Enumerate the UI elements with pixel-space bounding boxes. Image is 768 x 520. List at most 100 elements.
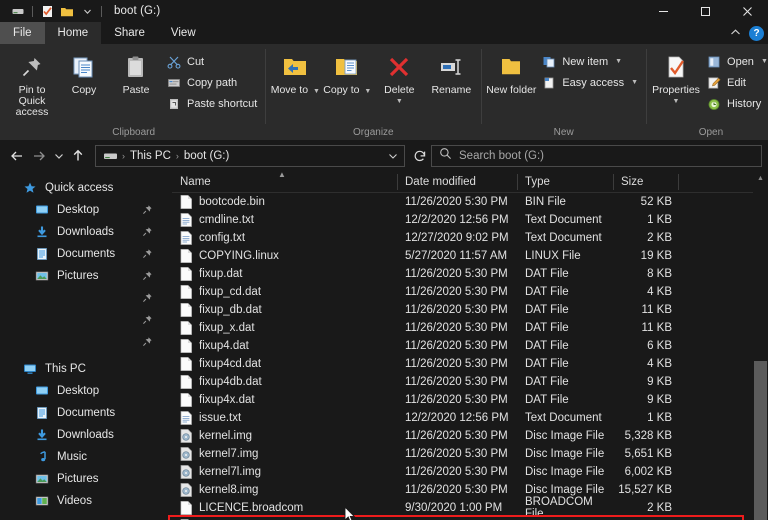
- pin-icon[interactable]: [141, 203, 154, 216]
- scrollbar-thumb[interactable]: [754, 361, 767, 520]
- table-row[interactable]: kernel.img 11/26/2020 5:30 PM Disc Image F…: [172, 427, 768, 445]
- sidebar-extra-pin-row[interactable]: [0, 331, 172, 353]
- sidebar-item-pc-downloads[interactable]: Downloads: [0, 424, 172, 446]
- table-row[interactable]: fixup.dat 11/26/2020 5:30 PM DAT File 8 KB: [172, 265, 768, 283]
- edit-button[interactable]: Edit: [702, 72, 768, 93]
- downloads-icon: [34, 224, 50, 240]
- help-button[interactable]: ?: [749, 25, 764, 41]
- sidebar-item-pc-videos[interactable]: Videos: [0, 490, 172, 512]
- up-button[interactable]: [67, 144, 89, 168]
- chevron-down-icon: ▼: [760, 58, 768, 65]
- tab-home[interactable]: Home: [44, 22, 102, 44]
- new-folder-icon[interactable]: [57, 2, 77, 20]
- sidebar-item-pc-music[interactable]: Music: [0, 446, 172, 468]
- breadcrumb-bar[interactable]: › This PC › boot (G:): [95, 144, 405, 167]
- cut-button[interactable]: Cut: [162, 51, 261, 72]
- breadcrumb-dropdown-icon[interactable]: [384, 151, 402, 161]
- column-header-size[interactable]: Size: [613, 171, 678, 193]
- drive-icon[interactable]: [101, 150, 120, 162]
- delete-label: Delete ▼: [384, 85, 414, 107]
- breadcrumb-item-this-pc[interactable]: This PC: [127, 150, 174, 162]
- sidebar-label: Pictures: [57, 473, 99, 485]
- disc-icon: [180, 483, 193, 498]
- breadcrumb: › This PC › boot (G:): [101, 150, 384, 162]
- properties-button[interactable]: Properties ▼: [650, 47, 702, 107]
- breadcrumb-item-boot[interactable]: boot (G:): [181, 150, 232, 162]
- sidebar-item-pc-desktop[interactable]: Desktop: [0, 380, 172, 402]
- tab-file[interactable]: File: [0, 22, 45, 44]
- copy-path-button[interactable]: Copy path: [162, 72, 261, 93]
- sidebar-item-pictures[interactable]: Pictures: [0, 265, 172, 287]
- scroll-up-button[interactable]: ▲: [753, 171, 768, 186]
- column-header-name[interactable]: ▲ Name: [172, 170, 397, 193]
- tab-share[interactable]: Share: [101, 22, 158, 44]
- minimize-button[interactable]: [642, 0, 684, 22]
- pin-icon[interactable]: [141, 313, 154, 326]
- table-row[interactable]: fixup4cd.dat 11/26/2020 5:30 PM DAT File 4 …: [172, 355, 768, 373]
- search-box[interactable]: Search boot (G:): [431, 144, 762, 167]
- copy-to-button[interactable]: Copy to ▼: [321, 47, 373, 97]
- open-button[interactable]: Open ▼: [702, 51, 768, 72]
- pin-icon[interactable]: [141, 225, 154, 238]
- history-button[interactable]: History: [702, 93, 768, 114]
- customize-qat-caret[interactable]: [77, 2, 97, 20]
- pin-icon[interactable]: [141, 247, 154, 260]
- text-icon: [180, 213, 193, 228]
- new-folder-button[interactable]: New folder: [485, 47, 537, 96]
- rename-label: Rename: [431, 84, 472, 96]
- sidebar-extra-pin-row[interactable]: [0, 309, 172, 331]
- sidebar-section-this-pc[interactable]: This PC: [0, 358, 172, 380]
- table-row[interactable]: fixup_db.dat 11/26/2020 5:30 PM DAT File 11…: [172, 301, 768, 319]
- table-row[interactable]: kernel7.img 11/26/2020 5:30 PM Disc Image …: [172, 445, 768, 463]
- sidebar-item-documents[interactable]: Documents: [0, 243, 172, 265]
- recent-locations-button[interactable]: [50, 144, 67, 168]
- maximize-button[interactable]: [684, 0, 726, 22]
- sidebar-item-downloads[interactable]: Downloads: [0, 221, 172, 243]
- table-row[interactable]: bootcode.bin 11/26/2020 5:30 PM BIN File 52…: [172, 193, 768, 211]
- copy-button[interactable]: Copy: [58, 47, 110, 96]
- file-name-cell: config.txt: [172, 231, 397, 246]
- search-input[interactable]: Search boot (G:): [459, 150, 544, 162]
- pin-icon[interactable]: [141, 291, 154, 304]
- sidebar-item-pc-pictures[interactable]: Pictures: [0, 468, 172, 490]
- easy-access-button[interactable]: Easy access ▼: [537, 72, 642, 93]
- table-row[interactable]: fixup_x.dat 11/26/2020 5:30 PM DAT File 11 …: [172, 319, 768, 337]
- table-row[interactable]: fixup4x.dat 11/26/2020 5:30 PM DAT File 9 K…: [172, 391, 768, 409]
- table-row[interactable]: fixup4.dat 11/26/2020 5:30 PM DAT File 6 KB: [172, 337, 768, 355]
- sidebar-section-quick-access[interactable]: Quick access: [0, 177, 172, 199]
- table-row[interactable]: config.txt 12/27/2020 9:02 PM Text Documen…: [172, 229, 768, 247]
- sidebar-item-desktop[interactable]: Desktop: [0, 199, 172, 221]
- table-row[interactable]: issue.txt 12/2/2020 12:56 PM Text Document…: [172, 409, 768, 427]
- close-button[interactable]: [726, 0, 768, 22]
- table-row[interactable]: fixup_cd.dat 11/26/2020 5:30 PM DAT File 4 …: [172, 283, 768, 301]
- table-row[interactable]: kernel8.img 11/26/2020 5:30 PM Disc Image …: [172, 481, 768, 499]
- collapse-ribbon-icon[interactable]: [730, 24, 741, 42]
- vertical-scrollbar[interactable]: ▲: [753, 171, 768, 520]
- sidebar-item-pc-documents[interactable]: Documents: [0, 402, 172, 424]
- paste-button[interactable]: Paste: [110, 47, 162, 96]
- table-row[interactable]: fixup4db.dat 11/26/2020 5:30 PM DAT File 9 …: [172, 373, 768, 391]
- table-row[interactable]: COPYING.linux 5/27/2020 11:57 AM LINUX Fil…: [172, 247, 768, 265]
- back-button[interactable]: [6, 144, 28, 168]
- sidebar-extra-pin-row[interactable]: [0, 287, 172, 309]
- file-name-cell: bootcode.bin: [172, 195, 397, 210]
- move-to-label: Move to ▼: [271, 85, 320, 97]
- paste-shortcut-button[interactable]: Paste shortcut: [162, 93, 261, 114]
- tab-view[interactable]: View: [158, 22, 209, 44]
- column-header-type[interactable]: Type: [517, 171, 613, 193]
- pin-icon[interactable]: [141, 269, 154, 282]
- pin-to-quick-access-button[interactable]: Pin to Quick access: [6, 47, 58, 118]
- column-header-date[interactable]: Date modified: [397, 171, 517, 193]
- properties-icon[interactable]: [37, 2, 57, 20]
- pin-icon[interactable]: [141, 335, 154, 348]
- table-row[interactable]: LICENCE.broadcom 9/30/2020 1:00 PM BROADCO…: [172, 496, 768, 520]
- file-type-cell: DAT File: [525, 322, 569, 334]
- delete-button[interactable]: Delete ▼: [373, 47, 425, 107]
- table-row[interactable]: cmdline.txt 12/2/2020 12:56 PM Text Docume…: [172, 211, 768, 229]
- refresh-button[interactable]: [409, 145, 431, 167]
- forward-button[interactable]: [28, 144, 50, 168]
- rename-button[interactable]: Rename: [425, 47, 477, 96]
- table-row[interactable]: kernel7l.img 11/26/2020 5:30 PM Disc Image…: [172, 463, 768, 481]
- new-item-button[interactable]: New item ▼: [537, 51, 642, 72]
- move-to-button[interactable]: Move to ▼: [269, 47, 321, 97]
